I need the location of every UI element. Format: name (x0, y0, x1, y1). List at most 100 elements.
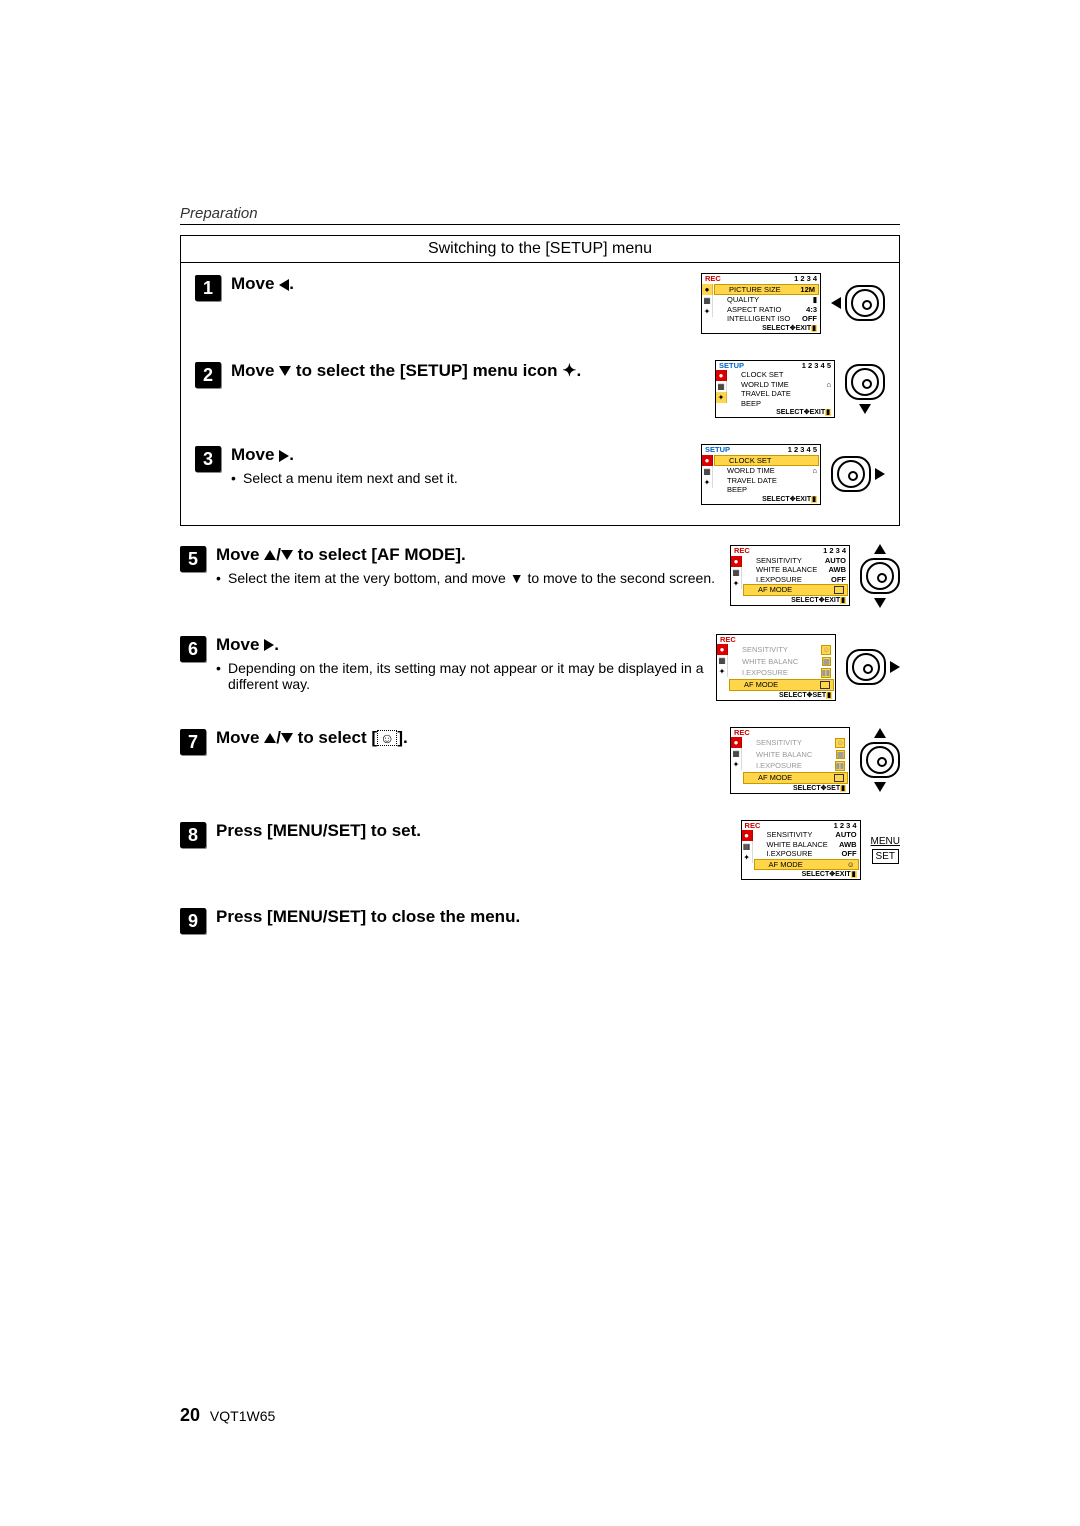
manual-page: Preparation Switching to the [SETUP] men… (0, 0, 1080, 1526)
text: . (274, 635, 279, 654)
dial-indicator (831, 456, 885, 492)
step-number-badge: 2 (195, 362, 221, 388)
side-tab-icon: ▦ (702, 295, 713, 306)
row-value: ☺ (835, 738, 845, 748)
screen-pages: 1 2 3 4 (794, 275, 817, 283)
row-label: I.EXPOSURE (767, 850, 813, 858)
side-tab-icon: ● (716, 370, 727, 381)
face-detect-icon: ☺ (377, 730, 397, 746)
side-tab-icon: ✦ (702, 477, 713, 488)
screen-title: SETUP (719, 362, 744, 370)
row-label: ASPECT RATIO (727, 306, 781, 314)
row-label: CLOCK SET (741, 371, 784, 379)
row-value: ☺ (847, 861, 855, 869)
row-value: AUTO (835, 831, 856, 839)
camera-screen-rec: REC1 2 3 4 ● ▦ ✦ SENSITIVITYAUTO WHITE B… (741, 820, 861, 881)
text: . (577, 361, 582, 380)
triangle-right-icon (264, 639, 274, 651)
camera-screen-rec: REC1 2 3 4 ● ▦ ✦ PICTURE SIZE12M QUALITY… (701, 273, 821, 334)
footer-text: SELECT (779, 692, 807, 699)
step-1: 1 Move . REC 1 2 3 4 ● (195, 273, 885, 334)
af-box-icon (834, 586, 844, 594)
footer-text: SELECT (791, 597, 819, 604)
step-8: 8 Press [MENU/SET] to set. REC1 2 3 4 ● … (180, 820, 900, 881)
step-title: Press [MENU/SET] to set. (216, 820, 731, 842)
camera-screen-rec: REC ● ▦ ✦ SENSITIVITY☺ WHITE BALANC▦ I.E… (716, 634, 836, 701)
step-title: Move / to select [AF MODE]. (216, 544, 720, 566)
dial-icon (851, 368, 879, 396)
row-label: WORLD TIME (741, 381, 789, 389)
row-value: ▮▮ (835, 761, 845, 771)
row-label: QUALITY (727, 296, 759, 304)
text: . (289, 274, 294, 293)
footer-text: SELECT (762, 325, 790, 332)
row-value: ⌂ (812, 467, 817, 475)
menu-tag-icon: ▮ (840, 597, 846, 604)
step-number-badge: 8 (180, 822, 206, 848)
row-value: OFF (802, 315, 817, 323)
dial-indicator (860, 544, 900, 608)
screen-pages: 1 2 3 4 5 (788, 446, 817, 454)
dial-indicator (831, 285, 885, 321)
text: to select [AF MODE]. (298, 545, 466, 564)
camera-screen-setup: SETUP1 2 3 4 5 ● ▦ ✦ CLOCK SET WORLD TIM… (701, 444, 821, 505)
row-label: SENSITIVITY (742, 646, 788, 654)
setup-header: Switching to the [SETUP] menu (181, 236, 899, 263)
triangle-down-icon (859, 404, 871, 414)
triangle-down-icon (279, 366, 291, 376)
row-value: AWB (829, 566, 847, 574)
text: Move (216, 728, 264, 747)
row-label: I.EXPOSURE (756, 762, 802, 770)
menu-tag-icon: ▮ (811, 325, 817, 332)
side-tab-icon: ● (702, 284, 713, 295)
side-tab-icon: ● (702, 455, 713, 466)
side-tab-icon: ● (731, 556, 742, 567)
row-label: SENSITIVITY (756, 739, 802, 747)
camera-screen-rec: REC1 2 3 4 ● ▦ ✦ SENSITIVITYAUTO WHITE B… (730, 545, 850, 606)
section-label: Preparation (180, 205, 900, 225)
screen-title: REC (720, 636, 736, 644)
screen-title: REC (705, 275, 721, 283)
row-label: BEEP (727, 486, 747, 494)
step-title: Move to select the [SETUP] menu icon ✦. (231, 360, 705, 382)
triangle-down-icon (281, 550, 293, 560)
text: Move (231, 445, 279, 464)
side-tab-icon: ● (731, 737, 742, 748)
step-bullet: Depending on the item, its setting may n… (216, 660, 706, 692)
step-number-badge: 5 (180, 546, 206, 572)
step-title: Move . (216, 634, 706, 656)
row-label: TRAVEL DATE (727, 477, 777, 485)
af-box-icon (820, 681, 830, 689)
page-footer: 20 VQT1W65 (180, 1405, 275, 1426)
text: Move (216, 635, 264, 654)
row-value: ▮▮ (821, 668, 831, 678)
row-value: OFF (842, 850, 857, 858)
triangle-right-icon (890, 661, 900, 673)
dial-icon (866, 746, 894, 774)
side-tab-icon: ✦ (716, 392, 727, 403)
triangle-right-icon (875, 468, 885, 480)
row-label: TRAVEL DATE (741, 390, 791, 398)
triangle-down-icon (874, 782, 886, 792)
dial-indicator (860, 728, 900, 792)
row-label: WHITE BALANCE (756, 566, 817, 574)
text: to select the [SETUP] menu icon (296, 361, 562, 380)
page-number: 20 (180, 1405, 200, 1425)
camera-screen-setup: SETUP1 2 3 4 5 ● ▦ ✦ CLOCK SET WORLD TIM… (715, 360, 835, 419)
footer-text: EXIT (825, 597, 841, 604)
side-tab-icon: ▦ (731, 567, 742, 578)
footer-text: SELECT (802, 871, 830, 878)
side-tab-icon: ▦ (742, 841, 753, 852)
row-label: AF MODE (769, 861, 803, 869)
text: Move (231, 274, 279, 293)
step-3: 3 Move . Select a menu item next and set… (195, 444, 885, 505)
row-label: AF MODE (758, 774, 792, 782)
menu-tag-icon: ▮ (851, 871, 857, 878)
screen-title: REC (734, 729, 750, 737)
dial-icon (852, 653, 880, 681)
side-tab-icon: ▦ (702, 466, 713, 477)
step-number-badge: 1 (195, 275, 221, 301)
text: Move (216, 545, 264, 564)
setup-box: Switching to the [SETUP] menu 1 Move . (180, 235, 900, 526)
screen-title: REC (745, 822, 761, 830)
